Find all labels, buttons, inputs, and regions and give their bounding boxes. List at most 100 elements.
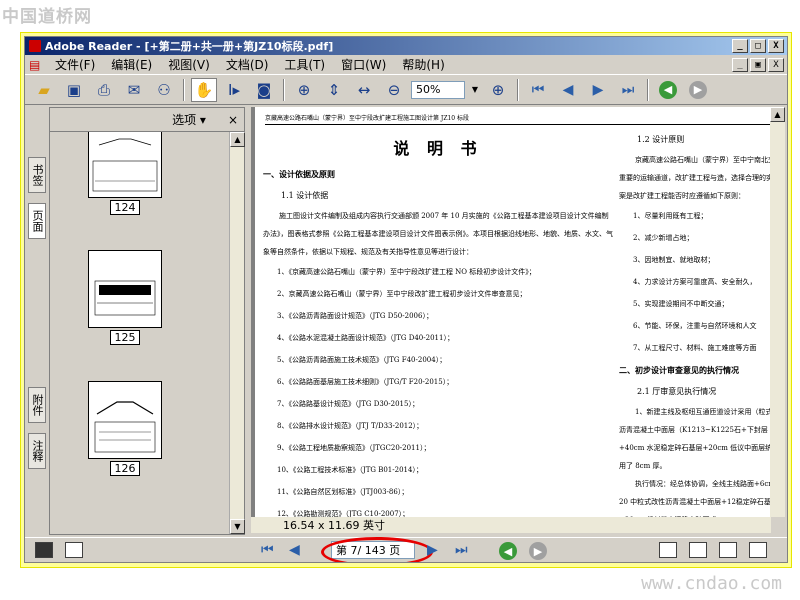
thumbnail-page-126[interactable]: 126: [88, 381, 162, 476]
layout-icon[interactable]: [65, 542, 83, 558]
status-prev-page-icon[interactable]: ◀: [289, 542, 300, 558]
search-binoculars-icon[interactable]: ⚇: [151, 78, 177, 102]
select-text-icon[interactable]: I▸: [221, 78, 247, 102]
zoom-in-icon[interactable]: ⊕: [485, 78, 511, 102]
pdf-doc-icon: ▤: [29, 57, 41, 72]
email-icon[interactable]: ✉: [121, 78, 147, 102]
save-icon[interactable]: ▣: [61, 78, 87, 102]
doc-li: 9、《公路工程地质勘察规范》（JTGC20-2011）；: [277, 444, 431, 452]
last-page-icon[interactable]: ⏭: [615, 78, 641, 102]
tab-pages[interactable]: 页面: [28, 203, 46, 239]
menu-tools[interactable]: 工具(T): [276, 56, 333, 73]
doc-h1: 二、初步设计审查意见的执行情况: [619, 365, 739, 375]
doc-minimize-button[interactable]: _: [732, 58, 748, 72]
menu-document[interactable]: 文档(D): [218, 56, 277, 73]
scroll-up-icon[interactable]: ▲: [230, 132, 245, 147]
right-column: 1.2 设计原则京藏高速公路石嘴山（蒙宁界）至中宁南北交通最重要的运输通道，改扩…: [619, 129, 771, 517]
tab-attachments[interactable]: 附件: [28, 387, 46, 423]
scroll-down-icon[interactable]: ▼: [230, 519, 245, 534]
panel-toggle-icon[interactable]: [35, 542, 53, 558]
doc-li: 1、尽量利用既有工程；: [633, 212, 708, 220]
doc-para: 京藏高速公路石嘴山（蒙宁界）至中宁南北交通最重要的运输通道，改扩建工程与造，选择…: [619, 156, 771, 200]
doc-li: 5、实现建设期间不中断交通；: [633, 300, 729, 308]
menu-view[interactable]: 视图(V): [160, 56, 218, 73]
fit-width-icon[interactable]: ↔: [351, 78, 377, 102]
continuous-facing-view-icon[interactable]: [749, 542, 767, 558]
doc-li: 8、《公路排水设计规范》（JTJ T/D33-2012）；: [277, 422, 424, 430]
actual-size-icon[interactable]: ⇕: [321, 78, 347, 102]
status-go-forward-icon[interactable]: ▶: [529, 542, 547, 560]
maximize-button[interactable]: □: [750, 39, 766, 53]
menu-window[interactable]: 窗口(W): [333, 56, 394, 73]
doc-li: 4、力求设计方案可靠度高、安全耐久，: [633, 278, 757, 286]
hand-tool-icon[interactable]: ✋: [191, 77, 217, 102]
go-forward-icon[interactable]: ▶: [689, 80, 707, 99]
doc-li: 6、节能、环保，注重与自然环境和人文: [633, 322, 757, 330]
doc-li: 7、从工程尺寸、材料、施工难度等方面: [633, 344, 757, 352]
menu-edit[interactable]: 编辑(E): [103, 56, 160, 73]
doc-h2: 1.1 设计依据: [281, 191, 329, 200]
open-folder-icon[interactable]: ▰: [31, 78, 57, 102]
thumbnail-page-124[interactable]: 124: [88, 132, 162, 215]
print-icon[interactable]: ⎙: [91, 78, 117, 102]
document-title: 说 明 书: [393, 139, 483, 158]
minimize-button[interactable]: _: [732, 39, 748, 53]
doc-restore-button[interactable]: ▣: [750, 58, 766, 72]
menu-file[interactable]: 文件(F): [47, 56, 103, 73]
doc-h2: 1.2 设计原则: [637, 135, 685, 144]
doc-scroll-up-icon[interactable]: ▲: [770, 107, 785, 122]
facing-view-icon[interactable]: [719, 542, 737, 558]
doc-para: 执行情况：经总体协调，全线主线路面+6cmAC-20 中粒式改性沥青混凝土中面层…: [619, 480, 771, 517]
tab-bookmarks[interactable]: 书签: [28, 157, 46, 193]
title-bar: Adobe Reader - [+第二册+共一册+第JZ10标段.pdf] _ …: [25, 37, 787, 55]
thumbnail-label: 126: [110, 461, 140, 476]
zoom-input[interactable]: 50%: [411, 80, 465, 99]
menu-bar: ▤ 文件(F) 编辑(E) 视图(V) 文档(D) 工具(T) 窗口(W) 帮助…: [25, 55, 787, 75]
doc-h1: 一、设计依据及原则: [263, 169, 335, 179]
status-last-page-icon[interactable]: ⏭: [455, 542, 468, 558]
status-go-back-icon[interactable]: ◀: [499, 542, 517, 560]
panel-close-button[interactable]: ×: [228, 113, 238, 127]
status-next-page-icon[interactable]: ▶: [427, 542, 438, 558]
status-bar: ⏮ ◀ 第 7/ 143 页 ▶ ⏭ ◀ ▶: [25, 537, 787, 562]
navigation-tabs: 书签 页面 附件 注释: [25, 107, 47, 537]
prev-page-icon[interactable]: ◀: [555, 78, 581, 102]
left-column: 说 明 书 一、设计依据及原则 1.1 设计依据施工图设计文件编制及组成内容执行交…: [263, 129, 613, 517]
doc-para: 施工图设计文件编制及组成内容执行交通部颁 2007 年 10 月实施的《公路工程…: [263, 212, 613, 256]
next-page-icon[interactable]: ▶: [585, 78, 611, 102]
doc-li: 7、《公路路基设计规范》（JTG D30-2015）；: [277, 400, 419, 408]
annotation-circle: [321, 537, 433, 562]
zoom-in-tool-icon[interactable]: ⊕: [291, 78, 317, 102]
thumbnail-label: 125: [110, 330, 140, 345]
page-header: 京藏高速公路石嘴山（蒙宁界）至中宁段改扩建工程施工图设计第 JZ10 标段: [265, 113, 771, 125]
document-view[interactable]: 京藏高速公路石嘴山（蒙宁界）至中宁段改扩建工程施工图设计第 JZ10 标段 说 …: [251, 107, 771, 517]
status-first-page-icon[interactable]: ⏮: [261, 542, 274, 558]
app-window: Adobe Reader - [+第二册+共一册+第JZ10标段.pdf] _ …: [24, 36, 788, 563]
doc-close-button[interactable]: X: [768, 58, 784, 72]
thumbnail-label: 124: [110, 200, 140, 215]
zoom-dropdown-icon[interactable]: ▼: [469, 81, 481, 99]
continuous-view-icon[interactable]: [689, 542, 707, 558]
single-page-view-icon[interactable]: [659, 542, 677, 558]
page-dimensions: 16.54 x 11.69 英寸: [283, 519, 385, 532]
doc-li: 2、京藏高速公路石嘴山（蒙宁界）至中宁段改扩建工程初步设计文件审查意见；: [277, 290, 527, 298]
doc-li: 10、《公路工程技术标准》（JTG B01-2014）；: [277, 466, 423, 474]
document-hscroll[interactable]: 16.54 x 11.69 英寸: [251, 517, 771, 533]
doc-para: 1、新建主线及枢纽互通匝道设计采用（粒式改性沥青混凝土中面层（K1213~K12…: [619, 408, 771, 470]
menu-help[interactable]: 帮助(H): [394, 56, 452, 73]
snapshot-icon[interactable]: ◙: [251, 78, 277, 102]
doc-li: 1、《京藏高速公路石嘴山（蒙宁界）至中宁段改扩建工程 NO 标段初步设计文件》；: [277, 268, 536, 276]
first-page-icon[interactable]: ⏮: [525, 78, 551, 102]
toolbar: ▰ ▣ ⎙ ✉ ⚇ ✋ I▸ ◙ ⊕ ⇕ ↔ ⊖ 50% ▼ ⊕ ⏮ ◀ ▶ ⏭…: [25, 75, 787, 105]
adobe-reader-icon: [29, 40, 41, 52]
go-back-icon[interactable]: ◀: [659, 80, 677, 99]
zoom-out-icon[interactable]: ⊖: [381, 78, 407, 102]
document-scrollbar[interactable]: ▲: [770, 107, 785, 517]
close-button[interactable]: X: [768, 39, 784, 53]
tab-comments[interactable]: 注释: [28, 433, 46, 469]
panel-scrollbar[interactable]: ▲ ▼: [229, 132, 245, 534]
doc-li: 11、《公路自然区划标准》（JTJ003-86）；: [277, 488, 409, 496]
doc-li: 3、《公路沥青路面设计规范》（JTG D50-2006）；: [277, 312, 433, 320]
options-menu[interactable]: 选项 ▾: [172, 111, 206, 128]
thumbnail-page-125[interactable]: 125: [88, 250, 162, 345]
